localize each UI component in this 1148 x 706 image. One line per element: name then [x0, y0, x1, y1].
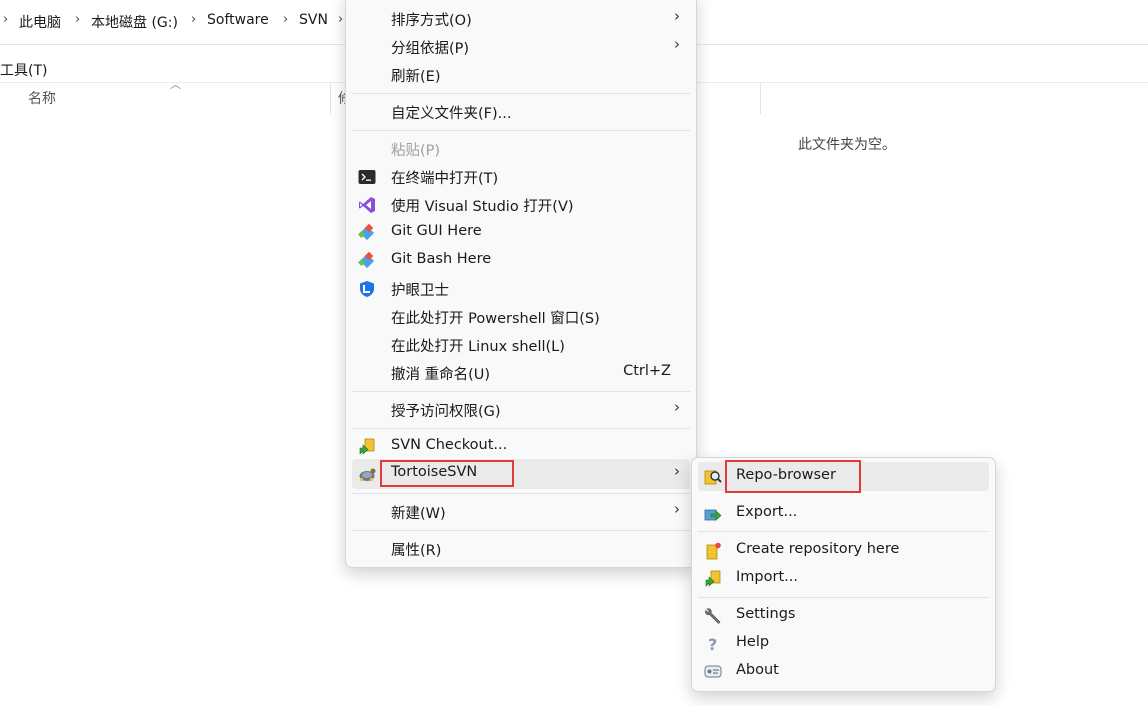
- menu-item-svn-checkout[interactable]: SVN Checkout...: [346, 433, 696, 461]
- menu-label: 在此处打开 Powershell 窗口(S): [391, 311, 600, 327]
- menu-label: Export...: [736, 504, 798, 520]
- svg-text:?: ?: [708, 635, 717, 653]
- column-divider[interactable]: [330, 82, 331, 114]
- menu-item-eye-guard[interactable]: 护眼卫士: [346, 275, 696, 303]
- import-icon: [705, 570, 721, 587]
- submenu-item-export[interactable]: Export...: [692, 500, 995, 528]
- breadcrumb-svn[interactable]: SVN: [299, 12, 328, 28]
- menu-label: Git Bash Here: [391, 251, 492, 267]
- menu-label: 在此处打开 Linux shell(L): [391, 339, 565, 355]
- submenu-item-help[interactable]: ? Help: [692, 630, 995, 658]
- submenu-item-import[interactable]: Import...: [692, 565, 995, 593]
- menu-separator: [352, 391, 690, 392]
- empty-folder-message: 此文件夹为空。: [798, 137, 896, 153]
- menu-label: 刷新(E): [391, 69, 441, 85]
- menu-tools[interactable]: 工具(T): [0, 60, 47, 80]
- menu-item-undo-rename[interactable]: 撤消 重命名(U) Ctrl+Z: [346, 359, 696, 387]
- visual-studio-icon: [359, 197, 375, 213]
- menu-separator: [352, 530, 690, 531]
- menu-item-customize-folder[interactable]: 自定义文件夹(F)...: [346, 98, 696, 126]
- menu-item-refresh[interactable]: 刷新(E): [346, 61, 696, 89]
- breadcrumb-software[interactable]: Software: [207, 12, 269, 28]
- menu-label: About: [736, 662, 779, 678]
- shortcut-label: Ctrl+Z: [623, 363, 671, 379]
- breadcrumb-separator: ›: [338, 12, 344, 27]
- menu-label: SVN Checkout...: [391, 437, 508, 453]
- menu-item-grant-access[interactable]: 授予访问权限(G) ›: [346, 396, 696, 424]
- menu-separator: [352, 428, 690, 429]
- repo-browser-icon: [704, 470, 722, 485]
- column-divider[interactable]: [760, 82, 761, 114]
- menu-label: 在终端中打开(T): [391, 171, 499, 187]
- shield-icon: [360, 281, 374, 297]
- column-name[interactable]: 名称: [28, 88, 56, 108]
- menu-label: 新建(W): [391, 506, 446, 522]
- breadcrumb-separator: ›: [75, 12, 81, 27]
- help-icon: ?: [708, 635, 717, 653]
- submenu-item-settings[interactable]: Settings: [692, 602, 995, 630]
- menu-item-paste: 粘贴(P): [346, 135, 696, 163]
- menu-item-git-gui[interactable]: Git GUI Here: [346, 219, 696, 247]
- menu-label: 排序方式(O): [391, 13, 472, 29]
- menu-item-open-in-terminal[interactable]: 在终端中打开(T): [346, 163, 696, 191]
- tortoisesvn-icon: [359, 468, 376, 481]
- about-icon: [704, 665, 722, 678]
- menu-label: Import...: [736, 569, 798, 585]
- menu-item-open-powershell[interactable]: 在此处打开 Powershell 窗口(S): [346, 303, 696, 331]
- menu-item-open-with-visual-studio[interactable]: 使用 Visual Studio 打开(V): [346, 191, 696, 219]
- menu-label: Settings: [736, 606, 796, 622]
- menu-label: 分组依据(P): [391, 41, 470, 57]
- terminal-icon: [358, 170, 376, 184]
- annotation-highlight-box: [380, 460, 514, 487]
- menu-item-new[interactable]: 新建(W) ›: [346, 498, 696, 526]
- chevron-right-icon: ›: [674, 462, 680, 480]
- menu-item-open-linux-shell[interactable]: 在此处打开 Linux shell(L): [346, 331, 696, 359]
- chevron-right-icon: ›: [674, 35, 680, 53]
- git-bash-icon: [358, 252, 375, 269]
- menu-label: 撤消 重命名(U): [391, 367, 491, 383]
- menu-separator: [698, 531, 989, 532]
- chevron-right-icon: ›: [674, 398, 680, 416]
- menu-item-properties[interactable]: 属性(R): [346, 535, 696, 563]
- menu-item-git-bash[interactable]: Git Bash Here: [346, 247, 696, 275]
- svn-checkout-icon: [359, 438, 375, 455]
- menu-label: Help: [736, 634, 770, 650]
- chevron-right-icon: ›: [674, 7, 680, 25]
- menu-separator: [352, 130, 690, 131]
- menu-label: 护眼卫士: [391, 283, 449, 299]
- breadcrumb-separator: ›: [191, 12, 197, 27]
- chevron-right-icon: ›: [674, 500, 680, 518]
- menu-label: 自定义文件夹(F)...: [391, 106, 512, 122]
- menu-item-group-by[interactable]: 分组依据(P) ›: [346, 33, 696, 61]
- breadcrumb-separator: ›: [3, 12, 9, 27]
- menu-label: 属性(R): [391, 543, 442, 559]
- breadcrumb-separator: ›: [283, 12, 289, 27]
- menu-label: 使用 Visual Studio 打开(V): [391, 199, 574, 215]
- menu-label: 粘贴(P): [391, 143, 441, 159]
- menu-item-sort-by[interactable]: 排序方式(O) ›: [346, 5, 696, 33]
- menu-separator: [698, 597, 989, 598]
- menu-label: Git GUI Here: [391, 223, 482, 239]
- breadcrumb-drive-g[interactable]: 本地磁盘 (G:): [91, 12, 178, 32]
- menu-separator: [352, 493, 690, 494]
- menu-label: 授予访问权限(G): [391, 404, 501, 420]
- git-gui-icon: [358, 224, 375, 241]
- sort-ascending-icon: ︿: [170, 78, 181, 91]
- create-repository-icon: [706, 542, 721, 560]
- export-icon: [704, 509, 722, 521]
- breadcrumb-this-pc[interactable]: 此电脑: [19, 12, 61, 32]
- submenu-item-about[interactable]: About: [692, 658, 995, 686]
- annotation-highlight-box: [725, 460, 861, 493]
- menu-separator: [352, 93, 690, 94]
- submenu-item-create-repository[interactable]: Create repository here: [692, 537, 995, 565]
- settings-wrench-icon: [705, 608, 721, 624]
- menu-label: Create repository here: [736, 541, 900, 557]
